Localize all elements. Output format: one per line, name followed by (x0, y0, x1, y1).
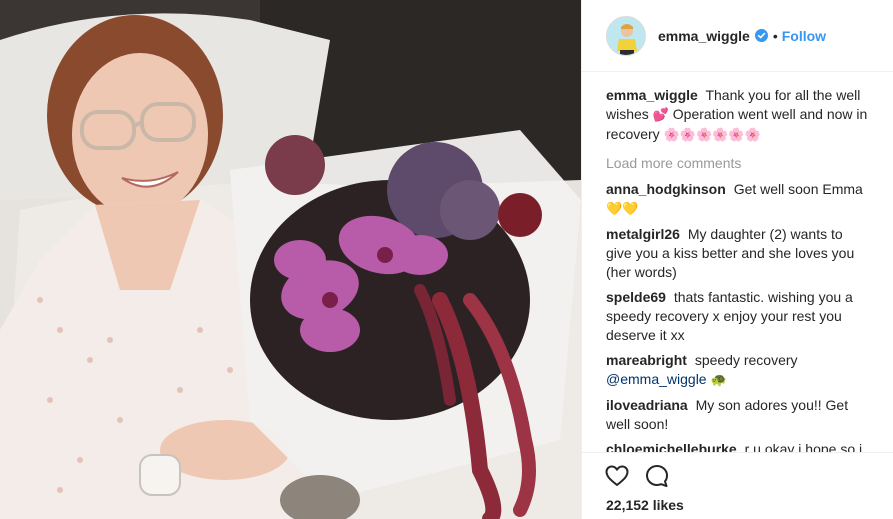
load-more-comments-link[interactable]: Load more comments (606, 154, 872, 173)
photo-illustration (0, 0, 581, 519)
avatar[interactable] (606, 15, 646, 56)
caption-emoji-hearts: 💕 (652, 108, 669, 123)
comment-username[interactable]: iloveadriana (606, 397, 688, 413)
likes-count[interactable]: 22,152 likes (606, 497, 684, 513)
heart-icon[interactable] (604, 463, 630, 489)
follow-button[interactable]: Follow (782, 28, 826, 44)
comments-list[interactable]: emma_wiggle Thank you for all the well w… (606, 86, 872, 452)
comment-text: speedy recovery (694, 352, 798, 368)
comment-text: Get well soon Emma (733, 181, 863, 197)
comment-username[interactable]: metalgirl26 (606, 226, 680, 242)
comment-bubble-icon[interactable] (644, 463, 670, 489)
post-photo[interactable] (0, 0, 581, 519)
post-caption: emma_wiggle Thank you for all the well w… (606, 86, 872, 145)
post-side-panel: emma_wiggle • Follow emma_wiggle Thank y… (581, 0, 893, 519)
comment-emoji-turtle: 🐢 (710, 373, 727, 388)
comment-emoji-yellow-hearts: 💛💛 (606, 202, 639, 217)
comment-item: iloveadriana My son adores you!! Get wel… (606, 396, 872, 434)
caption-username[interactable]: emma_wiggle (606, 87, 698, 103)
comment-username[interactable]: mareabright (606, 352, 687, 368)
header-username[interactable]: emma_wiggle (658, 28, 750, 44)
avatar-image (607, 16, 645, 55)
action-icons (604, 463, 670, 489)
comment-item: metalgirl26 My daughter (2) wants to giv… (606, 225, 872, 282)
comment-username[interactable]: anna_hodgkinson (606, 181, 726, 197)
comment-username[interactable]: chloemichelleburke (606, 441, 737, 452)
post-header: emma_wiggle • Follow (582, 0, 893, 72)
comment-item: spelde69 thats fantastic. wishing you a … (606, 288, 872, 345)
comment-item: anna_hodgkinson Get well soon Emma 💛💛 (606, 180, 872, 219)
comment-mention-link[interactable]: @emma_wiggle (606, 371, 707, 387)
comment-item: chloemichelleburke r u okay i hope so i … (606, 440, 872, 452)
comment-item: mareabright speedy recovery @emma_wiggle… (606, 351, 872, 390)
post-actions-bar: 22,152 likes (582, 452, 893, 519)
caption-emoji-blossoms: 🌸🌸🌸🌸🌸🌸 (663, 128, 761, 143)
header-separator: • (772, 27, 778, 44)
verified-badge-icon (754, 29, 768, 42)
comment-username[interactable]: spelde69 (606, 289, 666, 305)
